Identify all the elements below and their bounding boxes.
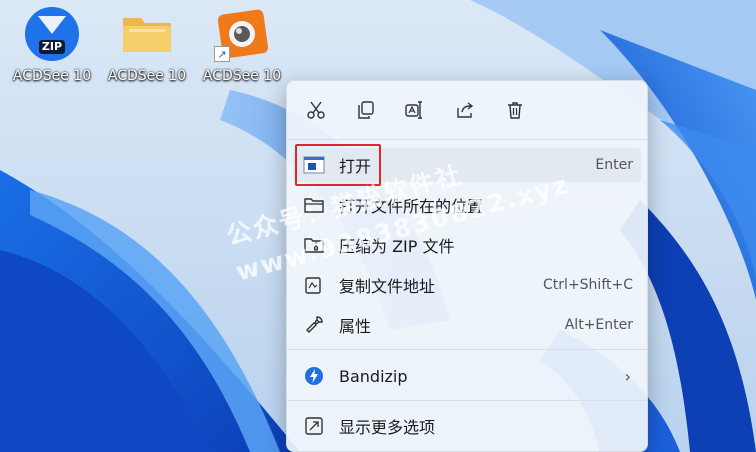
menu-item-compress-zip[interactable]: 压缩为 ZIP 文件 <box>293 228 641 262</box>
zip-folder-icon <box>303 234 325 256</box>
context-menu-toolbar <box>287 93 647 127</box>
menu-separator <box>287 139 647 140</box>
rename-button[interactable] <box>398 93 432 127</box>
menu-item-label: 复制文件地址 <box>339 277 436 296</box>
rename-icon <box>405 101 422 119</box>
cut-icon <box>307 101 325 119</box>
context-menu: 打开 Enter 打开文件所在的位置 压缩为 ZIP 文件 复制文件地址 Ctr… <box>286 80 648 452</box>
zip-badge-text: ZIP <box>41 40 63 53</box>
cut-button[interactable] <box>299 93 333 127</box>
more-options-icon <box>303 415 325 437</box>
zip-file-icon: ZIP <box>24 6 80 62</box>
menu-item-label: 压缩为 ZIP 文件 <box>339 237 455 256</box>
menu-item-copy-path[interactable]: 复制文件地址 Ctrl+Shift+C <box>293 268 641 302</box>
menu-item-label: 显示更多选项 <box>339 418 436 437</box>
copy-icon <box>358 101 374 119</box>
delete-icon <box>508 102 522 119</box>
desktop-icon-label: ACDSee 10 <box>12 68 92 84</box>
folder-outline-icon <box>303 194 325 216</box>
desktop-icon-zip[interactable]: ZIP ACDSee 10 <box>6 6 98 94</box>
desktop: ZIP ACDSee 10 ACDSee 10 ↗ ACDSee 10 打开 E… <box>0 0 756 452</box>
menu-item-shortcut: Ctrl+Shift+C <box>543 277 633 293</box>
folder-icon <box>119 6 175 62</box>
menu-item-properties[interactable]: 属性 Alt+Enter <box>293 308 641 342</box>
menu-item-bandizip[interactable]: Bandizip › <box>293 359 641 393</box>
share-icon <box>457 102 474 118</box>
menu-item-shortcut: Enter <box>595 157 633 173</box>
menu-item-shortcut: Alt+Enter <box>564 317 633 333</box>
wrench-icon <box>303 314 325 336</box>
menu-separator <box>287 400 647 401</box>
shortcut-arrow-icon: ↗ <box>214 46 230 62</box>
share-button[interactable] <box>448 93 482 127</box>
menu-item-open-file-location[interactable]: 打开文件所在的位置 <box>293 188 641 222</box>
open-highlight-box <box>295 144 381 186</box>
copy-button[interactable] <box>349 93 383 127</box>
acdsee-app-icon: ↗ <box>214 6 270 62</box>
submenu-chevron-icon: › <box>624 366 631 386</box>
menu-separator <box>287 349 647 350</box>
menu-item-label: 属性 <box>339 317 372 336</box>
desktop-icon-folder[interactable]: ACDSee 10 <box>101 6 193 94</box>
delete-button[interactable] <box>498 93 532 127</box>
desktop-icon-label: ACDSee 10 <box>202 68 282 84</box>
desktop-icon-acdsee[interactable]: ↗ ACDSee 10 <box>196 6 288 94</box>
copy-path-icon <box>303 274 325 296</box>
menu-item-label: Bandizip <box>339 366 408 386</box>
menu-item-label: 打开文件所在的位置 <box>339 197 484 216</box>
bandizip-icon <box>303 365 325 387</box>
desktop-icon-label: ACDSee 10 <box>107 68 187 84</box>
menu-item-show-more-options[interactable]: 显示更多选项 <box>293 409 641 443</box>
